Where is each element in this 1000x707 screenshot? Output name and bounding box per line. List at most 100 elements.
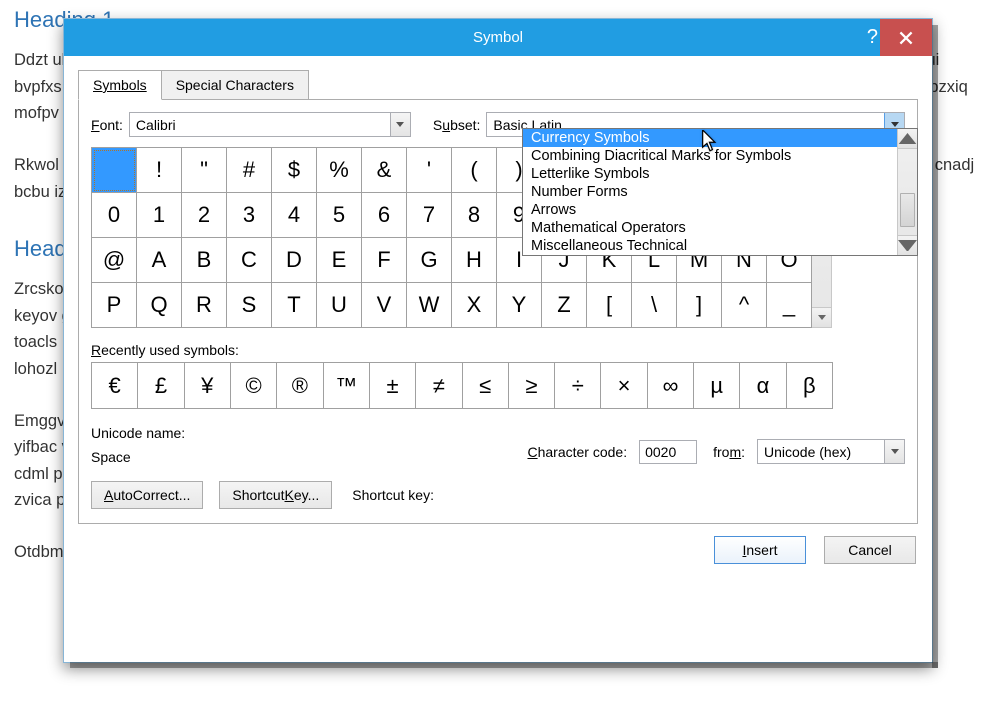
char-cell[interactable]: F: [362, 238, 407, 283]
cancel-button[interactable]: Cancel: [824, 536, 916, 564]
recent-char-cell[interactable]: β: [787, 363, 833, 408]
char-cell[interactable]: 8: [452, 193, 497, 238]
char-cell[interactable]: 2: [182, 193, 227, 238]
char-cell[interactable]: B: [182, 238, 227, 283]
charcode-label: Character code:: [527, 444, 627, 460]
symbol-dialog: Symbol ? Symbols Special Characters Font…: [63, 18, 933, 663]
recent-label: Recently used symbols:: [91, 342, 905, 358]
char-cell[interactable]: P: [92, 283, 137, 328]
char-cell[interactable]: H: [452, 238, 497, 283]
scroll-up-icon[interactable]: [898, 129, 917, 149]
recent-char-cell[interactable]: ™: [324, 363, 370, 408]
recent-char-cell[interactable]: ≥: [509, 363, 555, 408]
dropdown-item[interactable]: Letterlike Symbols: [523, 165, 897, 183]
char-cell[interactable]: G: [407, 238, 452, 283]
recent-char-cell[interactable]: ×: [601, 363, 647, 408]
char-cell[interactable]: %: [317, 148, 362, 193]
char-cell[interactable]: U: [317, 283, 362, 328]
titlebar[interactable]: Symbol ?: [64, 19, 932, 56]
scroll-down-icon[interactable]: [898, 235, 917, 255]
dropdown-item[interactable]: Miscellaneous Technical: [523, 237, 897, 255]
char-cell[interactable]: 7: [407, 193, 452, 238]
char-cell[interactable]: @: [92, 238, 137, 283]
shortcut-key-button[interactable]: Shortcut Key...: [219, 481, 332, 509]
font-label: Font:: [91, 117, 123, 133]
char-cell[interactable]: 3: [227, 193, 272, 238]
char-cell[interactable]: ]: [677, 283, 722, 328]
from-label: from:: [713, 444, 745, 460]
char-cell[interactable]: [92, 148, 137, 193]
recent-char-cell[interactable]: µ: [694, 363, 740, 408]
recent-char-cell[interactable]: ¥: [185, 363, 231, 408]
char-cell[interactable]: [: [587, 283, 632, 328]
char-cell[interactable]: C: [227, 238, 272, 283]
char-cell[interactable]: 4: [272, 193, 317, 238]
recent-char-cell[interactable]: ÷: [555, 363, 601, 408]
char-cell[interactable]: 5: [317, 193, 362, 238]
char-cell[interactable]: Y: [497, 283, 542, 328]
font-combo[interactable]: Calibri: [129, 112, 411, 137]
char-cell[interactable]: ": [182, 148, 227, 193]
char-cell[interactable]: $: [272, 148, 317, 193]
chevron-down-icon[interactable]: [390, 113, 410, 136]
subset-dropdown[interactable]: Currency SymbolsCombining Diacritical Ma…: [522, 128, 918, 256]
dropdown-scrollbar[interactable]: [897, 129, 917, 255]
char-cell[interactable]: !: [137, 148, 182, 193]
font-value: Calibri: [130, 117, 390, 133]
recent-char-cell[interactable]: α: [740, 363, 786, 408]
char-cell[interactable]: 0: [92, 193, 137, 238]
scroll-down-icon[interactable]: [812, 307, 831, 327]
unicode-name-value: Space: [91, 449, 185, 465]
recent-char-cell[interactable]: £: [138, 363, 184, 408]
char-cell[interactable]: A: [137, 238, 182, 283]
tab-symbols[interactable]: Symbols: [78, 70, 162, 100]
recent-char-cell[interactable]: ©: [231, 363, 277, 408]
close-button[interactable]: [880, 19, 932, 56]
chevron-down-icon[interactable]: [884, 440, 904, 463]
tab-bar: Symbols Special Characters: [78, 56, 918, 99]
char-cell[interactable]: (: [452, 148, 497, 193]
char-cell[interactable]: 1: [137, 193, 182, 238]
char-cell[interactable]: _: [767, 283, 812, 328]
char-cell[interactable]: \: [632, 283, 677, 328]
char-cell[interactable]: Z: [542, 283, 587, 328]
insert-button[interactable]: Insert: [714, 536, 806, 564]
scrollbar-thumb[interactable]: [900, 193, 915, 227]
dropdown-item[interactable]: Mathematical Operators: [523, 219, 897, 237]
char-cell[interactable]: X: [452, 283, 497, 328]
char-cell[interactable]: #: [227, 148, 272, 193]
tab-special-characters[interactable]: Special Characters: [161, 70, 309, 99]
char-cell[interactable]: Q: [137, 283, 182, 328]
recent-char-cell[interactable]: ≤: [463, 363, 509, 408]
char-cell[interactable]: R: [182, 283, 227, 328]
help-icon[interactable]: ?: [867, 26, 878, 49]
recent-char-cell[interactable]: ®: [277, 363, 323, 408]
from-combo[interactable]: Unicode (hex): [757, 439, 905, 464]
dropdown-item[interactable]: Number Forms: [523, 183, 897, 201]
char-cell[interactable]: 6: [362, 193, 407, 238]
dropdown-item[interactable]: Arrows: [523, 201, 897, 219]
autocorrect-button[interactable]: AutoCorrect...: [91, 481, 203, 509]
subset-label: Subset:: [433, 117, 481, 133]
shortcut-key-label: Shortcut key:: [352, 487, 434, 503]
mouse-cursor-icon: [701, 130, 719, 157]
charcode-input[interactable]: [639, 440, 697, 464]
char-cell[interactable]: V: [362, 283, 407, 328]
char-cell[interactable]: ': [407, 148, 452, 193]
unicode-name-label: Unicode name:: [91, 425, 185, 441]
char-cell[interactable]: E: [317, 238, 362, 283]
char-cell[interactable]: D: [272, 238, 317, 283]
recent-grid[interactable]: €£¥©®™±≠≤≥÷×∞µαβ: [91, 362, 833, 409]
char-cell[interactable]: T: [272, 283, 317, 328]
dialog-title: Symbol: [473, 29, 523, 46]
from-value: Unicode (hex): [758, 444, 884, 460]
char-cell[interactable]: S: [227, 283, 272, 328]
char-cell[interactable]: W: [407, 283, 452, 328]
recent-char-cell[interactable]: ∞: [648, 363, 694, 408]
recent-char-cell[interactable]: ±: [370, 363, 416, 408]
char-cell[interactable]: &: [362, 148, 407, 193]
recent-char-cell[interactable]: ≠: [416, 363, 462, 408]
char-cell[interactable]: ^: [722, 283, 767, 328]
recent-char-cell[interactable]: €: [92, 363, 138, 408]
close-icon: [899, 31, 913, 45]
